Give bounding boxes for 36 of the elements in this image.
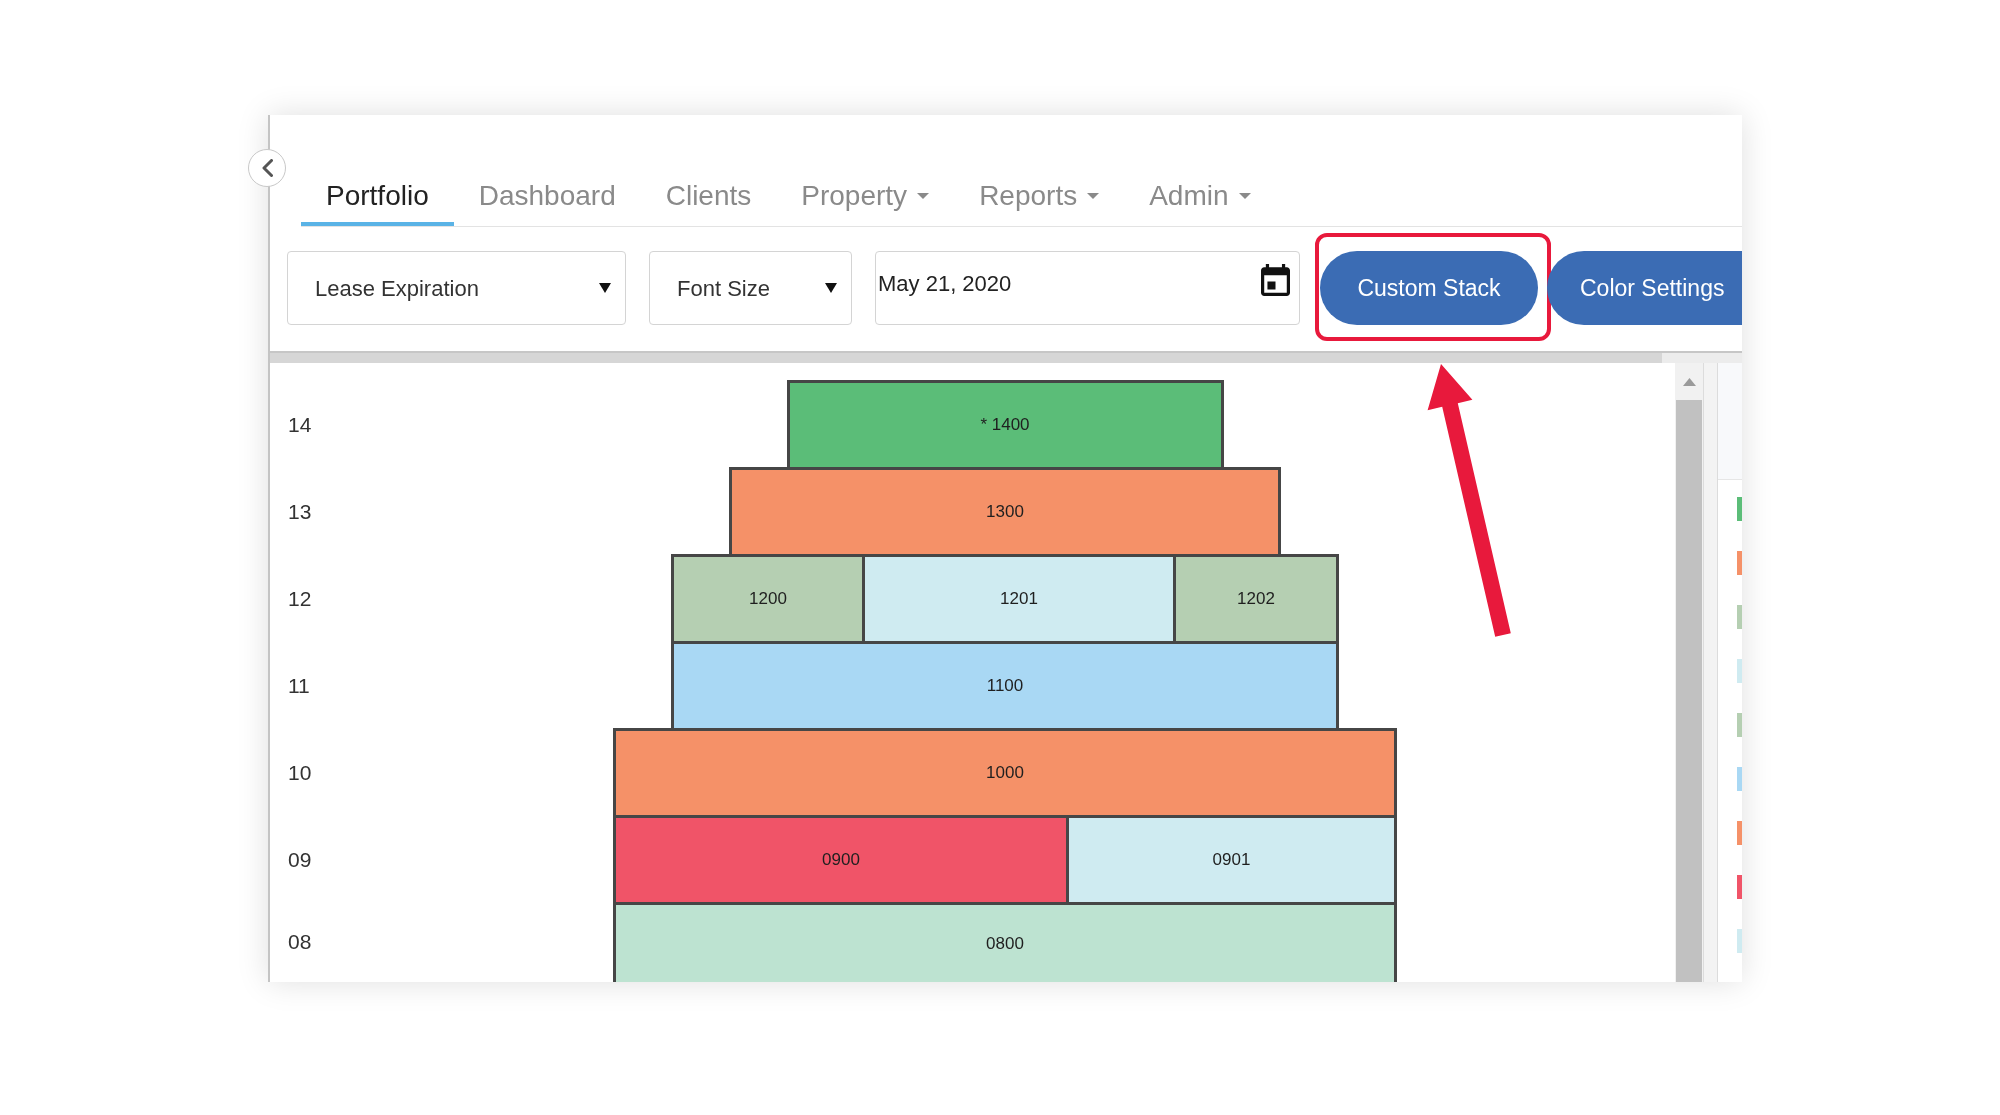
nav-tab[interactable]: Dashboard <box>453 180 641 226</box>
floor-label: 11 <box>288 674 310 698</box>
toolbar-button[interactable]: Color Settings <box>1547 251 1742 325</box>
calendar-icon[interactable] <box>1261 264 1290 296</box>
horizontal-scrollbar[interactable] <box>270 351 1742 363</box>
floor-label: 10 <box>288 761 312 785</box>
chevron-left-icon <box>261 159 273 177</box>
floor-unit: 1000 <box>613 728 1397 818</box>
toolbar-button[interactable]: Custom Stack <box>1320 251 1538 325</box>
back-button[interactable] <box>248 149 286 187</box>
dropdown-select[interactable]: Font Size <box>649 251 852 325</box>
scroll-up-icon[interactable] <box>1682 378 1696 386</box>
floor-label: 09 <box>288 848 312 872</box>
floor-label: 12 <box>288 587 312 611</box>
floor-unit: 0900 <box>613 815 1069 905</box>
nav-tab[interactable]: Property <box>776 180 955 226</box>
floor-unit: 1200 <box>671 554 865 644</box>
caret-down-icon <box>599 283 611 293</box>
dropdown-select[interactable]: Lease Expiration <box>287 251 626 325</box>
nav-tab[interactable]: Clients <box>640 180 777 226</box>
scrollbar-thumb[interactable] <box>270 353 1662 363</box>
nav-tab[interactable]: Admin <box>1124 180 1276 226</box>
floor-label: 14 <box>288 413 312 437</box>
nav-tab[interactable]: Reports <box>954 180 1125 226</box>
nav-tab[interactable]: Portfolio <box>301 180 454 226</box>
floor-unit: 1201 <box>862 554 1176 644</box>
floor-unit: 1202 <box>1173 554 1339 644</box>
floor-unit: 1300 <box>729 467 1281 557</box>
floor-label: 08 <box>288 930 312 954</box>
floor-unit: * 1400 <box>786 380 1224 470</box>
floor-unit: 0800 <box>613 902 1397 982</box>
date-field[interactable]: May 21, 2020 <box>875 251 1300 325</box>
floor-unit: 1100 <box>671 641 1339 731</box>
floor-label: 13 <box>288 500 312 524</box>
caret-down-icon <box>825 283 837 293</box>
floor-unit: 0901 <box>1066 815 1397 905</box>
